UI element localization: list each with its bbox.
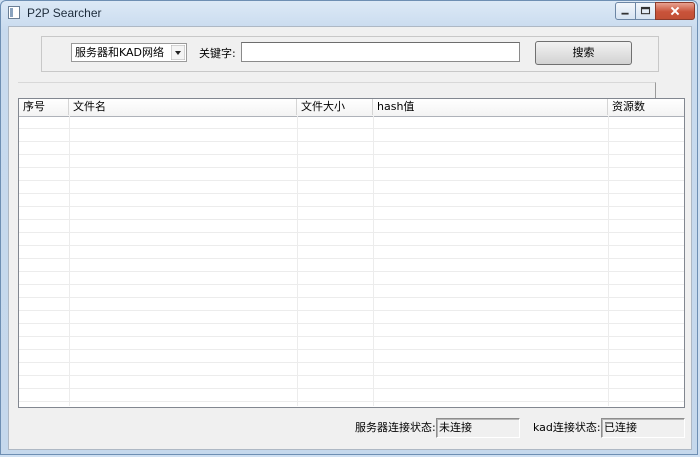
title-bar[interactable]: P2P Searcher (1, 1, 699, 25)
column-header-index[interactable]: 序号 (19, 99, 69, 115)
server-status-value: 未连接 (436, 418, 520, 438)
column-divider (69, 116, 70, 406)
close-icon (670, 6, 680, 16)
close-button[interactable] (655, 2, 695, 20)
keyword-input[interactable] (241, 42, 520, 62)
results-list[interactable]: 序号 文件名 文件大小 hash值 资源数 (18, 98, 685, 408)
window-title: P2P Searcher (27, 6, 102, 20)
network-select-value: 服务器和KAD网络 (75, 46, 165, 59)
column-divider (297, 116, 298, 406)
list-header: 序号 文件名 文件大小 hash值 资源数 (19, 99, 684, 117)
minimize-button[interactable] (615, 2, 636, 20)
maximize-icon (640, 6, 651, 15)
chevron-down-icon[interactable] (171, 45, 185, 60)
column-header-filename[interactable]: 文件名 (69, 99, 297, 115)
list-rows (19, 116, 684, 406)
column-header-hash[interactable]: hash值 (373, 99, 608, 115)
column-divider (373, 116, 374, 406)
search-button[interactable]: 搜索 (535, 41, 632, 65)
separator (18, 82, 656, 98)
minimize-icon (621, 12, 629, 15)
app-icon[interactable] (8, 6, 20, 19)
kad-status-label: kad连接状态: (533, 421, 601, 434)
keyword-label: 关键字: (199, 47, 236, 60)
column-header-filesize[interactable]: 文件大小 (297, 99, 373, 115)
maximize-button[interactable] (635, 2, 656, 20)
app-window: P2P Searcher 服务器和KAD网络 关键字: 搜索 序号 文件名 文件… (0, 0, 698, 455)
column-divider (608, 116, 609, 406)
server-status-label: 服务器连接状态: (355, 421, 436, 434)
network-select[interactable]: 服务器和KAD网络 (71, 43, 187, 62)
column-header-sources[interactable]: 资源数 (608, 99, 684, 115)
kad-status-value: 已连接 (601, 418, 685, 438)
client-area: 服务器和KAD网络 关键字: 搜索 序号 文件名 文件大小 hash值 资源数 … (8, 26, 692, 450)
